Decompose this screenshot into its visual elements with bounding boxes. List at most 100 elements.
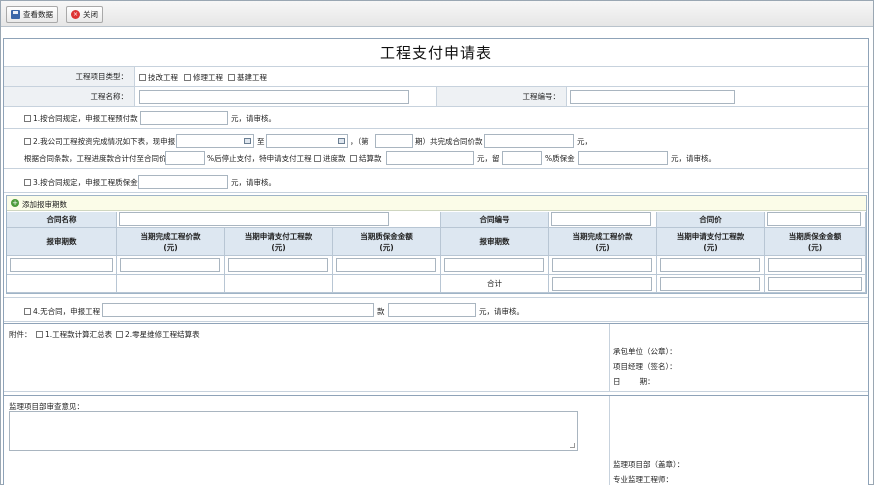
project-no-input[interactable] <box>570 90 735 104</box>
close-icon: × <box>71 10 80 19</box>
no-contract-amount-input[interactable] <box>388 303 476 317</box>
supervision-dept-label: 监理项目部（盖章）： <box>613 460 685 469</box>
data-cell <box>225 256 333 275</box>
data-cell <box>7 256 117 275</box>
supervision-opinion-textarea[interactable] <box>9 411 578 451</box>
header-request-2: 当期申请支付工程款 (元) <box>657 228 765 256</box>
warranty-request-input[interactable] <box>138 175 228 189</box>
contract-no-input[interactable] <box>551 212 651 226</box>
advance-payment-input[interactable] <box>140 111 228 125</box>
contractor-label: 承包单位（公章）： <box>613 347 677 356</box>
project-name-input[interactable] <box>139 90 409 104</box>
project-type-option-1[interactable]: 技改工程 <box>139 72 178 83</box>
header-period: 报审期数 <box>7 228 117 256</box>
supervision-block: 监理项目部审查意见： 监理项目部（盖章）： 专业监理工程师： <box>4 395 868 485</box>
checkbox[interactable] <box>24 115 31 122</box>
header-request: 当期申请支付工程款 (元) <box>225 228 333 256</box>
attachment-option-1[interactable]: 1.工程款计算汇总表 <box>36 329 112 340</box>
contract-name-input[interactable] <box>119 212 389 226</box>
period-start-input[interactable] <box>176 134 254 148</box>
contract-price-header: 合同价 <box>657 212 765 228</box>
option-3-suffix: 元，请审核。 <box>231 178 276 187</box>
calendar-icon[interactable] <box>338 138 345 144</box>
period-open-label: ，（第 <box>350 137 369 146</box>
yuan-keep-label: 元，留 <box>477 154 500 163</box>
contract-no-cell <box>549 212 657 228</box>
option-2-check[interactable]: 2.我公司工程按资完成情况如下表，现申报 <box>24 136 175 147</box>
data-cell <box>549 256 657 275</box>
form-title-row: 工程支付申请表 <box>4 39 868 67</box>
total-empty-cell <box>117 275 225 293</box>
checkbox[interactable] <box>24 179 31 186</box>
warranty-amount-input[interactable] <box>578 151 668 165</box>
date-label: 日 期： <box>613 377 655 386</box>
period-table-panel: + 添加报审期数 合同名称 合同编号 合同价 报审期数 当期完成工程价款 (元)… <box>6 195 867 294</box>
settlement-payment-check[interactable]: 结算款 <box>350 153 382 164</box>
checkbox[interactable] <box>228 74 235 81</box>
data-cell <box>333 256 441 275</box>
checkbox[interactable] <box>36 331 43 338</box>
project-type-label: 工程项目类型： <box>4 67 135 86</box>
contract-price-input[interactable] <box>767 212 861 226</box>
attachment-option-2[interactable]: 2.零星维修工程结算表 <box>116 329 200 340</box>
attachment-block: 附件： 1.工程款计算汇总表 2.零星维修工程结算表 承包单位（公章）： 项目经… <box>4 323 868 392</box>
total-label: 合计 <box>441 275 549 293</box>
total-empty-cell <box>7 275 117 293</box>
resize-handle-icon[interactable] <box>570 443 575 448</box>
period-number-input[interactable] <box>375 134 413 148</box>
warranty-input[interactable] <box>336 258 436 272</box>
period-input-2[interactable] <box>444 258 544 272</box>
calendar-icon[interactable] <box>244 138 251 144</box>
checkbox[interactable] <box>116 331 123 338</box>
contract-no-header: 合同编号 <box>441 212 549 228</box>
option-4-suffix: 元，请审核。 <box>479 307 524 316</box>
total-request-input[interactable] <box>660 277 760 291</box>
option-3-row: 3.按合同规定，申报工程质保金 元，请审核。 <box>4 169 868 193</box>
save-icon <box>11 10 20 19</box>
option-4-check[interactable]: 4.无合同，申报工程 <box>24 306 100 317</box>
request-input-2[interactable] <box>660 258 760 272</box>
divider <box>609 396 610 485</box>
form-title: 工程支付申请表 <box>379 44 492 62</box>
contract-amount-input[interactable] <box>484 134 574 148</box>
total-completed-input[interactable] <box>552 277 652 291</box>
data-cell <box>657 256 765 275</box>
payment-amount-input[interactable] <box>386 151 474 165</box>
checkbox[interactable] <box>314 155 321 162</box>
total-warranty-input[interactable] <box>768 277 862 291</box>
checkbox[interactable] <box>139 74 146 81</box>
warranty-input-2[interactable] <box>768 258 862 272</box>
warranty-percent-input[interactable] <box>502 151 542 165</box>
contract-name-header: 合同名称 <box>7 212 117 228</box>
progress-payment-check[interactable]: 进度款 <box>314 153 346 164</box>
yuan-label: 元， <box>577 137 592 146</box>
close-button[interactable]: × 关闭 <box>66 6 103 23</box>
period-input[interactable] <box>10 258 113 272</box>
option-2-line2-a: 根据合同条款，工程进度款合计付至合同价 <box>24 154 167 163</box>
checkbox[interactable] <box>350 155 357 162</box>
total-cell <box>765 275 866 293</box>
view-data-button[interactable]: 查看数据 <box>6 6 58 23</box>
contract-name-cell <box>117 212 441 228</box>
option-1-check[interactable]: 1.按合同规定，申报工程预付款 <box>24 113 138 124</box>
total-cell <box>657 275 765 293</box>
checkbox[interactable] <box>24 138 31 145</box>
checkbox[interactable] <box>184 74 191 81</box>
total-empty-cell <box>225 275 333 293</box>
checkbox[interactable] <box>24 308 31 315</box>
request-input[interactable] <box>228 258 328 272</box>
completed-input-2[interactable] <box>552 258 652 272</box>
period-end-input[interactable] <box>266 134 348 148</box>
option-2-suffix: 元，请审核。 <box>671 154 716 163</box>
add-period-bar[interactable]: + 添加报审期数 <box>7 196 866 211</box>
project-type-option-2[interactable]: 修理工程 <box>184 72 223 83</box>
add-period-label[interactable]: 添加报审期数 <box>22 199 67 210</box>
completed-input[interactable] <box>120 258 220 272</box>
no-contract-project-input[interactable] <box>102 303 374 317</box>
warranty-percent-label: %质保金 <box>545 154 575 163</box>
period-close-label: 期）共完成合同价款 <box>415 137 483 146</box>
contract-percent-input[interactable] <box>165 151 205 165</box>
project-type-option-3[interactable]: 基建工程 <box>228 72 267 83</box>
add-icon[interactable]: + <box>11 199 19 207</box>
option-3-check[interactable]: 3.按合同规定，申报工程质保金 <box>24 177 138 188</box>
